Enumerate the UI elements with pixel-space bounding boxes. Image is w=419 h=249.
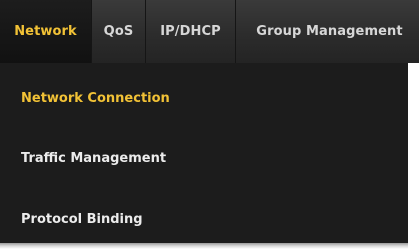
tab-ip-dhcp[interactable]: IP/DHCP: [146, 0, 236, 63]
menu-item-label: Protocol Binding: [21, 212, 143, 227]
page-background: [408, 63, 419, 249]
tab-group-management[interactable]: Group Management: [236, 0, 419, 63]
menu-bar: Network QoS IP/DHCP Group Management: [0, 0, 419, 63]
menu-item-label: Traffic Management: [21, 151, 167, 166]
navigation-menu: Network QoS IP/DHCP Group Management Net…: [0, 0, 419, 249]
menu-item-network-connection[interactable]: Network Connection: [21, 91, 170, 106]
menu-item-traffic-management[interactable]: Traffic Management: [21, 151, 166, 166]
menu-item-protocol-binding[interactable]: Protocol Binding: [21, 212, 143, 227]
tab-qos-label: QoS: [103, 24, 134, 39]
tab-qos[interactable]: QoS: [92, 0, 146, 63]
tab-group-management-label: Group Management: [256, 24, 403, 39]
tab-ip-dhcp-label: IP/DHCP: [160, 24, 221, 39]
tab-network-label: Network: [14, 24, 77, 39]
menu-item-label: Network Connection: [21, 91, 170, 106]
dropdown-shadow: [0, 243, 408, 249]
tab-network[interactable]: Network: [0, 0, 92, 63]
network-dropdown-menu: Network Connection Traffic Management Pr…: [0, 63, 408, 243]
